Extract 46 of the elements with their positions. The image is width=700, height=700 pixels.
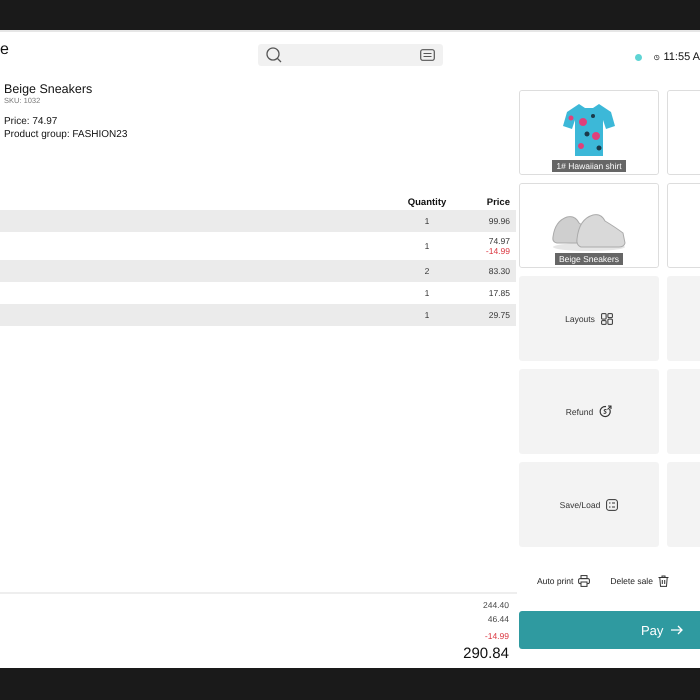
quantity-cell-text: 2 [424,266,430,276]
product-group: Product group: FASHION23 [4,128,517,141]
product-price: Price: 74.97 [4,115,58,128]
arrow-right-icon [671,625,684,635]
subtotal-amount: 244.40 [483,600,509,610]
status-dot [635,54,642,60]
discount-amount: -14.99 [486,246,510,256]
layouts-button[interactable]: Layouts [519,276,659,361]
grid-icon [600,312,613,324]
refund-icon [599,405,612,418]
list-icon [606,498,618,510]
shirt-drawing [563,102,615,158]
total-amount: 290.84 [463,645,509,662]
order-row[interactable]: 1 74.97 -14.99 [0,232,516,260]
refund-button[interactable]: Refund [519,369,659,454]
search-icon [266,47,282,63]
printer-icon [578,575,590,587]
price-cell: 83.30 [488,266,510,276]
quantity-cell-text: 1 [424,288,430,298]
price-cell: 74.97 [488,236,510,246]
page-title: e [0,41,9,59]
discount-total: -14.99 [484,631,509,641]
product-tile[interactable]: Beige Sneakers [519,183,659,268]
delete-sale-button[interactable]: Delete sale [610,575,669,587]
order-row[interactable]: 2 83.30 [0,260,516,282]
order-row[interactable]: 1 29.75 [0,304,516,326]
price-cell: 29.75 [488,310,510,320]
product-label: Beige Sneakers [554,253,623,265]
search-field[interactable] [258,44,443,66]
column-header: Quantity [406,196,448,208]
quantity-cell-text: 1 [424,310,430,320]
clock-time: 11:55 A [664,51,700,63]
auto-print-button[interactable]: Auto print [537,575,590,587]
quantity-cell-text: 1 [424,216,430,226]
price-cell: 17.85 [488,288,510,298]
trash-icon [658,575,669,587]
order-row[interactable]: 1 99.96 [0,210,516,232]
quantity-cell-text: 1 [424,241,430,251]
price-cell: 99.96 [488,216,510,226]
order-row[interactable]: 1 17.85 [0,282,516,304]
product-name: Beige Sneakers [4,82,94,96]
product-tile[interactable]: 1# Hawaiian shirt [519,90,659,175]
product-label: 1# Hawaiian shirt [552,160,626,172]
save-button[interactable]: Save/Load [519,462,659,547]
column-header: Price [486,196,510,208]
subtotal-amount: 46.44 [488,614,509,624]
